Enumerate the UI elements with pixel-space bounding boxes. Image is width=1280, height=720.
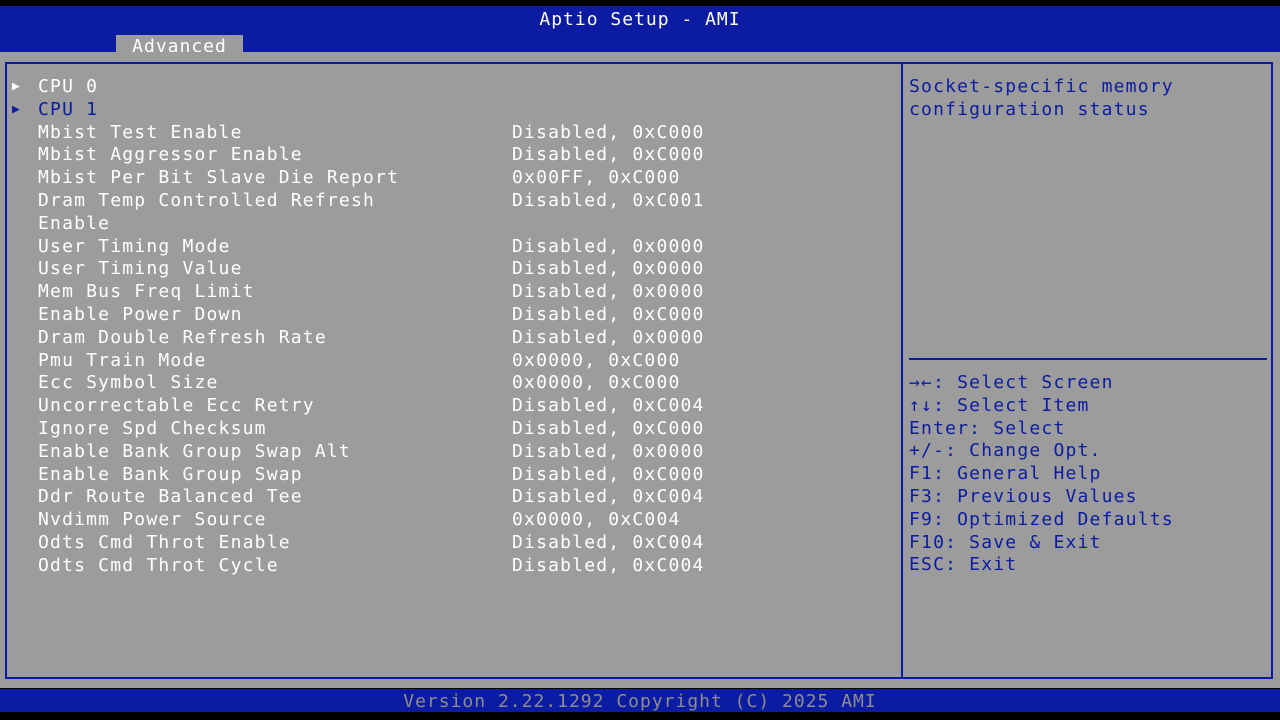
setting-label: Enable Power Down: [38, 303, 243, 325]
setting-value: Disabled, 0x0000: [512, 281, 705, 303]
setting-value: Disabled, 0xC000: [512, 303, 705, 325]
key-optimized-defaults: F9: Optimized Defaults: [909, 508, 1174, 530]
setting-enable-power-down[interactable]: Enable Power Down Disabled, 0xC000: [0, 304, 900, 327]
setting-label: Nvdimm Power Source: [38, 509, 267, 531]
help-line-1: Socket-specific memory: [909, 76, 1174, 97]
setting-label: Odts Cmd Throt Enable: [38, 531, 291, 553]
setting-value: Disabled, 0x0000: [512, 258, 705, 280]
help-divider: [909, 358, 1267, 360]
setting-value: Disabled, 0xC000: [512, 121, 705, 143]
setting-mbist-per-bit-slave-die-report[interactable]: Mbist Per Bit Slave Die Report 0x00FF, 0…: [0, 167, 900, 190]
setting-mbist-test-enable[interactable]: Mbist Test Enable Disabled, 0xC000: [0, 122, 900, 145]
setting-value: Disabled, 0x0000: [512, 326, 705, 348]
setting-label-line-2: Enable: [38, 212, 111, 234]
setting-label: User Timing Value: [38, 258, 243, 280]
submenu-cpu-1[interactable]: ▶ CPU 1: [0, 99, 900, 122]
setting-label: Dram Temp Controlled Refresh: [38, 189, 376, 211]
key-enter-select: Enter: Select: [909, 417, 1066, 439]
setting-label: User Timing Mode: [38, 235, 231, 257]
setting-enable-bank-group-swap-alt[interactable]: Enable Bank Group Swap Alt Disabled, 0x0…: [0, 441, 900, 464]
setting-label: Mbist Per Bit Slave Die Report: [38, 167, 400, 189]
setting-nvdimm-power-source[interactable]: Nvdimm Power Source 0x0000, 0xC004: [0, 509, 900, 532]
setting-value: Disabled, 0xC004: [512, 531, 705, 553]
setting-enable-bank-group-swap[interactable]: Enable Bank Group Swap Disabled, 0xC000: [0, 464, 900, 487]
setting-mbist-aggressor-enable[interactable]: Mbist Aggressor Enable Disabled, 0xC000: [0, 144, 900, 167]
version-footer: Version 2.22.1292 Copyright (C) 2025 AMI: [0, 689, 1280, 712]
title-bar: Aptio Setup - AMI Advanced: [0, 6, 1280, 58]
setting-value: Disabled, 0x0000: [512, 440, 705, 462]
setting-label: Ecc Symbol Size: [38, 372, 219, 394]
setting-label: Ddr Route Balanced Tee: [38, 486, 303, 508]
vertical-divider: [901, 62, 903, 679]
setting-label: Enable Bank Group Swap Alt: [38, 440, 351, 462]
key-legend: →←: Select Screen ↑↓: Select Item Enter:…: [909, 372, 1269, 577]
help-text: Socket-specific memory configuration sta…: [909, 76, 1269, 122]
setting-label: Pmu Train Mode: [38, 349, 207, 371]
setting-label: Ignore Spd Checksum: [38, 417, 267, 439]
setting-label: Mbist Aggressor Enable: [38, 144, 303, 166]
triangle-right-icon: ▶: [12, 79, 22, 94]
setting-label: Uncorrectable Ecc Retry: [38, 395, 315, 417]
submenu-label: CPU 1: [38, 98, 99, 120]
setting-label: Enable Bank Group Swap: [38, 463, 303, 485]
setting-user-timing-mode[interactable]: User Timing Mode Disabled, 0x0000: [0, 236, 900, 259]
setting-odts-cmd-throt-enable[interactable]: Odts Cmd Throt Enable Disabled, 0xC004: [0, 532, 900, 555]
setting-user-timing-value[interactable]: User Timing Value Disabled, 0x0000: [0, 258, 900, 281]
setting-ddr-route-balanced-tee[interactable]: Ddr Route Balanced Tee Disabled, 0xC004: [0, 486, 900, 509]
key-general-help: F1: General Help: [909, 463, 1102, 485]
setting-value: Disabled, 0xC000: [512, 144, 705, 166]
submenu-label: CPU 0: [38, 76, 99, 97]
setting-label: Dram Double Refresh Rate: [38, 326, 327, 348]
key-esc-exit: ESC: Exit: [909, 554, 1018, 576]
setting-pmu-train-mode[interactable]: Pmu Train Mode 0x0000, 0xC000: [0, 350, 900, 373]
app-title: Aptio Setup - AMI: [539, 9, 741, 30]
setting-value: 0x0000, 0xC004: [512, 509, 681, 531]
setting-label-continuation: Enable: [0, 213, 900, 236]
setting-value: Disabled, 0xC000: [512, 463, 705, 485]
setting-value: Disabled, 0xC004: [512, 554, 705, 576]
settings-list: ▶ CPU 0 ▶ CPU 1 Mbist Test Enable Disabl…: [0, 76, 900, 578]
key-change-opt: +/-: Change Opt.: [909, 440, 1102, 462]
setting-label: Mbist Test Enable: [38, 121, 243, 143]
submenu-cpu-0[interactable]: ▶ CPU 0: [0, 76, 900, 99]
key-previous-values: F3: Previous Values: [909, 485, 1138, 507]
setting-mem-bus-freq-limit[interactable]: Mem Bus Freq Limit Disabled, 0x0000: [0, 281, 900, 304]
help-line-2: configuration status: [909, 98, 1150, 120]
setting-dram-temp-controlled-refresh-enable[interactable]: Dram Temp Controlled Refresh Disabled, 0…: [0, 190, 900, 213]
setting-value: Disabled, 0x0000: [512, 235, 705, 257]
setting-value: 0x00FF, 0xC000: [512, 167, 681, 189]
setting-value: Disabled, 0xC001: [512, 189, 705, 211]
setting-value: 0x0000, 0xC000: [512, 349, 681, 371]
key-select-screen: →←: Select Screen: [909, 372, 1114, 393]
setting-value: Disabled, 0xC004: [512, 486, 705, 508]
key-select-item: ↑↓: Select Item: [909, 394, 1090, 416]
setting-value: Disabled, 0xC004: [512, 395, 705, 417]
setting-value: Disabled, 0xC000: [512, 417, 705, 439]
setting-uncorrectable-ecc-retry[interactable]: Uncorrectable Ecc Retry Disabled, 0xC004: [0, 395, 900, 418]
setting-ignore-spd-checksum[interactable]: Ignore Spd Checksum Disabled, 0xC000: [0, 418, 900, 441]
key-save-exit: F10: Save & Exit: [909, 531, 1102, 553]
setting-label: Mem Bus Freq Limit: [38, 281, 255, 303]
triangle-right-icon: ▶: [12, 101, 22, 117]
setting-dram-double-refresh-rate[interactable]: Dram Double Refresh Rate Disabled, 0x000…: [0, 327, 900, 350]
setting-odts-cmd-throt-cycle[interactable]: Odts Cmd Throt Cycle Disabled, 0xC004: [0, 555, 900, 578]
setting-ecc-symbol-size[interactable]: Ecc Symbol Size 0x0000, 0xC000: [0, 372, 900, 395]
setting-value: 0x0000, 0xC000: [512, 372, 681, 394]
setting-label: Odts Cmd Throt Cycle: [38, 554, 279, 576]
